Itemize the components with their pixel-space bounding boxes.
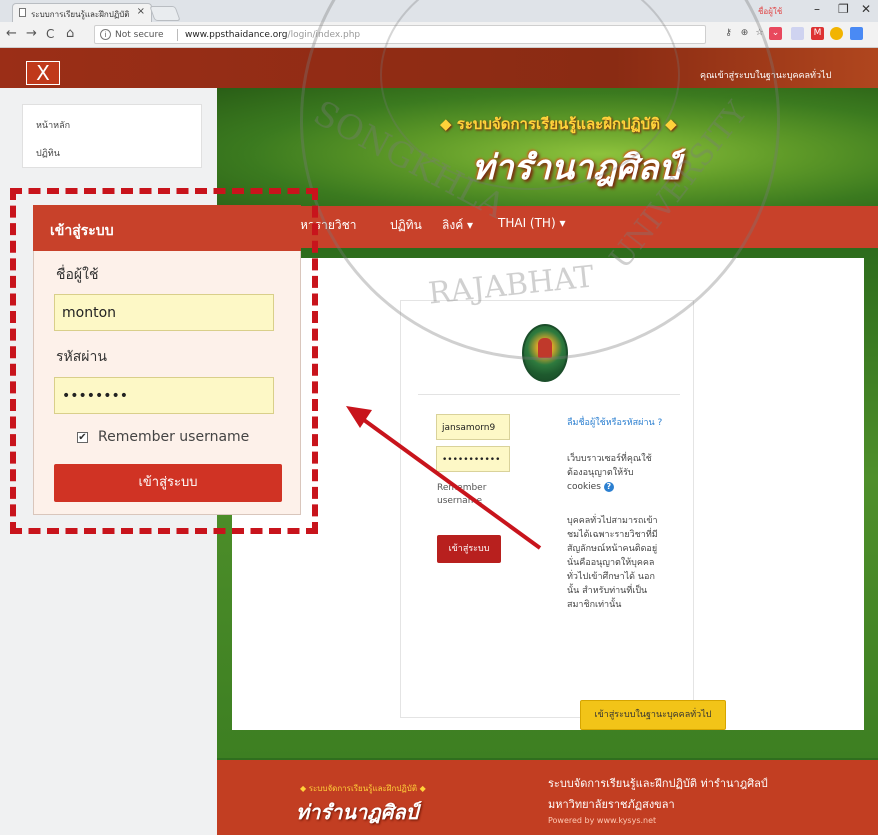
footer-logo-title: ◆ ระบบจัดการเรียนรู้และฝึกปฏิบัติ ◆	[300, 784, 426, 793]
footer-line-2: มหาวิทยาลัยราชภัฏสงขลา	[548, 798, 675, 811]
tab-title: ระบบการเรียนรู้และฝึกปฏิบัติ	[31, 10, 130, 19]
password-input[interactable]: •••••••••••	[436, 446, 510, 472]
site-title: ◆ ระบบจัดการเรียนรู้และฝึกปฏิบัติ ◆	[440, 115, 677, 133]
inset-remember-label[interactable]: Remember username	[98, 429, 249, 445]
star-icon[interactable]: ☆	[753, 27, 766, 40]
browser-tabstrip: ระบบการเรียนรู้และฝึกปฏิบัติ × ชื่อผู้ใช…	[0, 0, 878, 22]
gmail-icon[interactable]: M	[811, 27, 824, 40]
key-icon[interactable]: ⚷	[722, 27, 735, 40]
remember-username-label[interactable]: Remember username	[437, 482, 517, 508]
new-tab-button[interactable]	[149, 6, 181, 21]
site-title-text: ระบบจัดการเรียนรู้และฝึกปฏิบัติ	[456, 115, 660, 133]
inset-title: เข้าสู่ระบบ	[50, 223, 114, 239]
home-icon[interactable]: ⌂	[66, 26, 74, 41]
docs-icon[interactable]	[850, 27, 863, 40]
footer-logo-brand: ท่ารำนาฎศิลป์	[296, 800, 419, 824]
footer-powered-by[interactable]: Powered by www.kysys.net	[548, 816, 656, 825]
close-menu-button[interactable]: X	[26, 61, 60, 85]
inset-password-input[interactable]: ••••••••	[54, 377, 274, 414]
guest-status-link[interactable]: คุณเข้าสู่ระบบในฐานะบุคคลทั่วไป	[700, 68, 831, 82]
forgot-password-link[interactable]: ลืมชื่อผู้ใช้หรือรหัสผ่าน ?	[567, 416, 667, 430]
sidebar-item-calendar[interactable]: ปฏิทิน	[36, 146, 60, 160]
browser-toolbar: ← → C ⌂ i Not secure www.ppsthaidance.or…	[0, 22, 878, 48]
site-brand: ท่ารำนาฎศิลป์	[472, 148, 681, 188]
divider	[177, 29, 178, 41]
forward-icon[interactable]: →	[26, 26, 37, 41]
address-bar[interactable]: i Not secure www.ppsthaidance.org/login/…	[94, 25, 706, 44]
url-path: /login/index.php	[287, 30, 361, 40]
footer-line-1: ระบบจัดการเรียนรู้และฝึกปฏิบัติ ท่ารำนาฎ…	[548, 777, 768, 790]
url-host: www.ppsthaidance.org	[185, 30, 288, 40]
inset-password-label: รหัสผ่าน	[56, 349, 107, 365]
browser-tab[interactable]: ระบบการเรียนรู้และฝึกปฏิบัติ ×	[12, 3, 152, 22]
pocket-icon[interactable]: ⌄	[769, 27, 782, 40]
reload-icon[interactable]: C	[46, 27, 54, 41]
inset-login-button[interactable]: เข้าสู่ระบบ	[54, 464, 282, 502]
chrome-icon[interactable]	[830, 27, 843, 40]
logo-emblem	[538, 338, 552, 358]
minimize-button[interactable]: –	[814, 2, 820, 16]
info-icon[interactable]: i	[100, 29, 111, 40]
maximize-button[interactable]: ❐	[838, 2, 849, 16]
nav-links[interactable]: ลิงค์ ▾	[442, 216, 473, 235]
nav-calendar[interactable]: ปฏิทิน	[390, 216, 422, 235]
username-input[interactable]: jansamorn9	[436, 414, 510, 440]
footer-logo-title-text: ระบบจัดการเรียนรู้และฝึกปฏิบัติ	[308, 784, 418, 793]
guest-note: บุคคลทั่วไปสามารถเข้าชมได้เฉพาะรายวิชาที…	[567, 516, 658, 610]
back-icon[interactable]: ←	[6, 26, 17, 41]
page-icon	[19, 8, 26, 17]
tab-close-icon[interactable]: ×	[137, 6, 145, 17]
extension-icon[interactable]	[791, 27, 804, 40]
profile-name[interactable]: ชื่อผู้ใช้	[758, 5, 782, 18]
cookies-note: เว็บบราวเซอร์ที่คุณใช้ต้องอนุญาตให้รับ c…	[567, 452, 667, 494]
university-logo	[522, 324, 568, 382]
divider	[418, 394, 680, 395]
nav-language[interactable]: THAI (TH) ▾	[498, 216, 565, 230]
security-label: Not secure	[115, 30, 164, 40]
nav-courses[interactable]: หารายวิชา	[300, 216, 356, 235]
inset-username-input[interactable]: monton	[54, 294, 274, 331]
zoom-icon[interactable]: ⊕	[738, 27, 751, 40]
inset-remember-checkbox[interactable]: ✔	[77, 432, 88, 443]
close-window-button[interactable]: ✕	[861, 2, 871, 16]
guest-login-button[interactable]: เข้าสู่ระบบในฐานะบุคคลทั่วไป	[580, 700, 726, 730]
help-icon[interactable]: ?	[603, 482, 614, 492]
sidebar-item-home[interactable]: หน้าหลัก	[36, 118, 70, 132]
screenshot: ระบบการเรียนรู้และฝึกปฏิบัติ × ชื่อผู้ใช…	[0, 0, 878, 835]
inset-username-label: ชื่อผู้ใช้	[56, 267, 99, 283]
login-button[interactable]: เข้าสู่ระบบ	[437, 535, 501, 563]
url-text[interactable]: www.ppsthaidance.org/login/index.php	[185, 30, 360, 40]
